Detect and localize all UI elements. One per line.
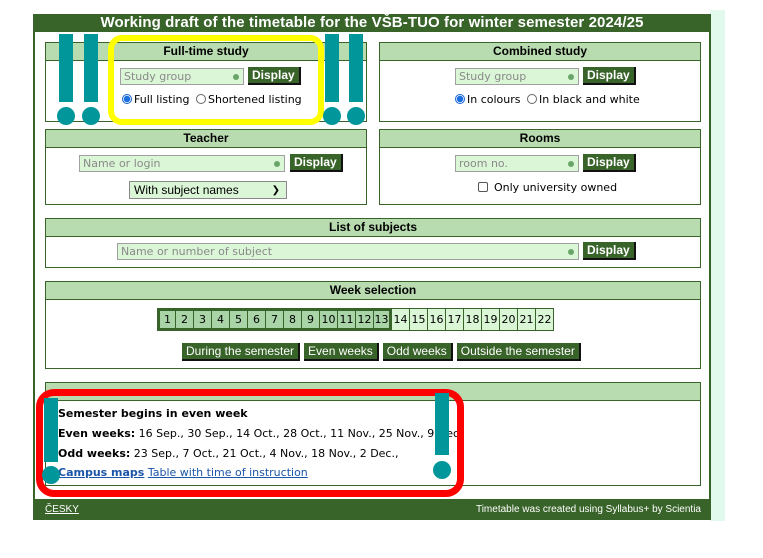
radio-checked-icon[interactable]	[455, 94, 465, 104]
status-dot-icon	[568, 74, 574, 80]
combined-study-heading: Combined study	[380, 43, 700, 61]
week-grid: 1 2 3 4 5 6 7 8 9 10 11 12 13 14 15 16 17 18 19 20 21 22	[157, 308, 554, 331]
week-cell[interactable]: 3	[193, 308, 212, 331]
radio-unchecked-icon[interactable]	[527, 94, 538, 104]
week-cell[interactable]: 12	[355, 308, 374, 331]
week-cell[interactable]: 17	[445, 308, 464, 331]
exclamation-icon	[42, 398, 60, 484]
week-selection-heading: Week selection	[46, 282, 700, 300]
selected-option: With subject names	[134, 183, 239, 197]
yellow-highlight-box	[108, 35, 324, 125]
exclamation-icon	[82, 34, 100, 126]
exclamation-icon	[433, 393, 451, 481]
week-selection-panel: Week selection 1 2 3 4 5 6 7 8 9 10 11 12 13 14 15 16 17…	[45, 281, 701, 369]
combined-study-panel: Combined study Study group Display In co…	[379, 42, 701, 122]
rooms-heading: Rooms	[380, 130, 700, 148]
outside-semester-button[interactable]: Outside the semester	[456, 343, 581, 361]
week-cell[interactable]: 11	[337, 308, 356, 331]
footer-credit: Timetable was created using Syllabus+ by…	[475, 504, 701, 515]
week-cell[interactable]: 19	[481, 308, 500, 331]
university-owned-label: Only university owned	[494, 181, 618, 194]
exclamation-icon	[323, 34, 341, 126]
week-cell[interactable]: 7	[265, 308, 284, 331]
teacher-view-select[interactable]: With subject names ❯	[129, 181, 287, 199]
rooms-display-button[interactable]: Display	[583, 154, 636, 172]
subjects-heading: List of subjects	[46, 219, 700, 237]
week-cell[interactable]: 8	[283, 308, 302, 331]
week-cell[interactable]: 1	[157, 308, 176, 331]
red-highlight-box	[36, 389, 464, 497]
teacher-panel: Teacher Name or login Display With subje…	[45, 129, 367, 205]
input-placeholder: Name or number of subject	[121, 245, 273, 258]
input-placeholder: Name or login	[83, 157, 161, 170]
week-cell[interactable]: 21	[517, 308, 536, 331]
teacher-heading: Teacher	[46, 130, 366, 148]
status-dot-icon	[568, 249, 574, 255]
during-semester-button[interactable]: During the semester	[182, 343, 301, 361]
week-cell[interactable]: 9	[301, 308, 320, 331]
subjects-panel: List of subjects Name or number of subje…	[45, 218, 701, 268]
week-cell[interactable]: 13	[373, 308, 392, 331]
input-placeholder: room no.	[459, 157, 508, 170]
even-weeks-button[interactable]: Even weeks	[304, 343, 379, 361]
rooms-panel: Rooms room no. Display Only university o…	[379, 129, 701, 205]
status-dot-icon	[274, 161, 280, 167]
week-cell[interactable]: 2	[175, 308, 194, 331]
combined-display-button[interactable]: Display	[583, 67, 636, 85]
week-cell[interactable]: 20	[499, 308, 518, 331]
week-cell[interactable]: 4	[211, 308, 230, 331]
week-preset-buttons: During the semester Even weeks Odd weeks…	[182, 343, 581, 361]
page-title: Working draft of the timetable for the V…	[35, 14, 709, 32]
week-cell[interactable]: 6	[247, 308, 266, 331]
week-cell[interactable]: 15	[409, 308, 428, 331]
teacher-name-input[interactable]: Name or login	[79, 155, 285, 172]
input-placeholder: Study group	[459, 70, 527, 83]
status-dot-icon	[568, 161, 574, 167]
subject-search-input[interactable]: Name or number of subject	[117, 243, 579, 260]
week-cell[interactable]: 22	[535, 308, 554, 331]
week-cell[interactable]: 14	[391, 308, 410, 331]
week-cell[interactable]: 18	[463, 308, 482, 331]
room-number-input[interactable]: room no.	[455, 155, 579, 172]
exclamation-icon	[347, 34, 365, 126]
side-strip	[710, 10, 725, 521]
language-switch-link[interactable]: ČESKY	[45, 499, 79, 520]
checkbox-icon[interactable]	[478, 182, 488, 192]
black-and-white-option[interactable]: In black and white	[527, 93, 640, 106]
teacher-display-button[interactable]: Display	[290, 154, 343, 172]
week-cell[interactable]: 16	[427, 308, 446, 331]
week-cell[interactable]: 5	[229, 308, 248, 331]
in-colours-label: In colours	[467, 93, 521, 106]
odd-weeks-button[interactable]: Odd weeks	[382, 343, 453, 361]
combined-study-group-input[interactable]: Study group	[455, 68, 579, 85]
university-owned-option[interactable]: Only university owned	[478, 181, 617, 195]
chevron-down-icon: ❯	[271, 185, 280, 196]
week-cell[interactable]: 10	[319, 308, 338, 331]
combined-colour-options: In colours In black and white	[455, 93, 640, 107]
in-colours-option[interactable]: In colours	[455, 93, 521, 106]
black-and-white-label: In black and white	[539, 93, 640, 106]
exclamation-icon	[57, 34, 75, 126]
footer: ČESKY Timetable was created using Syllab…	[35, 499, 709, 520]
subjects-display-button[interactable]: Display	[583, 242, 636, 260]
